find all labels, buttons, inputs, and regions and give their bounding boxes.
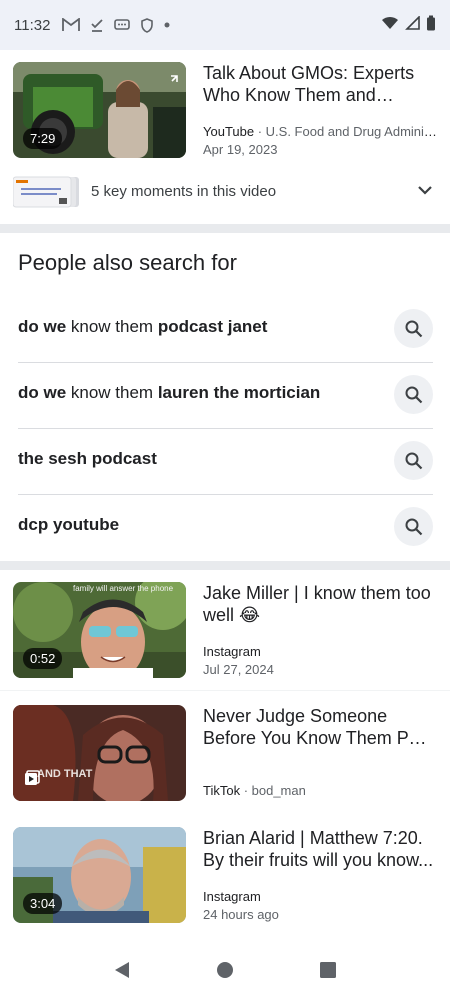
video-source: YouTube · U.S. Food and Drug Adminis... <box>203 124 438 139</box>
chevron-down-icon[interactable] <box>417 182 433 203</box>
related-search-text: do we know them podcast janet <box>18 317 268 336</box>
video-thumbnail[interactable]: AND THAT <box>13 705 186 801</box>
video-source-name: TikTok <box>203 783 241 798</box>
video-duration: 3:04 <box>23 893 63 914</box>
status-bar: 11:32 <box>0 0 450 50</box>
related-search-text: the sesh podcast <box>18 449 157 468</box>
section-divider <box>0 561 450 570</box>
gmail-icon <box>62 18 81 32</box>
video-title[interactable]: Never Judge Someone Before You Know Them… <box>203 705 435 749</box>
status-time: 11:32 <box>14 16 51 34</box>
video-source: TikTok · bod_man <box>203 783 306 798</box>
video-title[interactable]: Brian Alarid | Matthew 7:20. By their fr… <box>203 827 435 871</box>
key-moments-thumbnails <box>12 176 81 208</box>
key-moments-label: 5 key moments in this video <box>91 182 277 200</box>
video-duration: 7:29 <box>23 128 63 149</box>
check-icon <box>90 18 104 32</box>
people-also-search-title: People also search for <box>18 250 237 275</box>
search-icon[interactable] <box>394 507 433 546</box>
video-result[interactable]: AND THAT Never Judge Someone Before You … <box>0 693 450 813</box>
related-search-item[interactable]: dcp youtube <box>0 494 450 560</box>
search-icon[interactable] <box>394 309 433 348</box>
video-date: Jul 27, 2024 <box>203 662 274 677</box>
battery-icon <box>426 15 436 36</box>
video-source: Instagram <box>203 889 261 904</box>
list-divider <box>0 690 450 691</box>
recents-icon[interactable] <box>319 961 337 984</box>
related-search-item[interactable]: the sesh podcast <box>0 428 450 494</box>
video-source-name: YouTube <box>203 124 255 139</box>
related-search-item[interactable]: do we know them lauren the mortician <box>0 362 450 428</box>
signal-icon <box>405 14 420 35</box>
shield-icon <box>140 17 154 33</box>
video-thumbnail[interactable]: 3:04 <box>13 827 186 923</box>
video-channel: bod_man <box>251 783 306 798</box>
messages-icon <box>114 18 131 32</box>
video-result[interactable]: 7:29 Talk About GMOs: Experts Who Know T… <box>0 50 450 168</box>
key-moments-expander[interactable]: 5 key moments in this video <box>0 168 450 214</box>
video-thumbnail[interactable]: 7:29 <box>13 62 186 158</box>
search-icon[interactable] <box>394 375 433 414</box>
video-result[interactable]: family will answer the phone 0:52 Jake M… <box>0 570 450 690</box>
section-divider <box>0 224 450 233</box>
search-icon[interactable] <box>394 441 433 480</box>
thumb-overlay-text: AND THAT <box>37 768 93 780</box>
video-title[interactable]: Jake Miller | I know them too well 😂 <box>203 582 435 626</box>
thumb-overlay-text: family will answer the phone <box>73 584 174 593</box>
dot-icon <box>164 22 170 28</box>
related-search-text: dcp youtube <box>18 515 120 534</box>
video-source: Instagram <box>203 644 261 659</box>
video-channel: U.S. Food and Drug Adminis... <box>265 124 438 139</box>
video-title[interactable]: Talk About GMOs: Experts Who Know Them a… <box>203 62 435 106</box>
video-date: 24 hours ago <box>203 907 279 922</box>
home-icon[interactable] <box>216 961 234 984</box>
video-thumbnail[interactable]: family will answer the phone 0:52 <box>13 582 186 678</box>
system-nav-bar <box>0 945 450 1000</box>
short-video-icon <box>24 770 40 791</box>
back-icon[interactable] <box>113 961 131 984</box>
video-date: Apr 19, 2023 <box>203 142 278 157</box>
video-duration: 0:52 <box>23 648 63 669</box>
video-result[interactable]: 3:04 Brian Alarid | Matthew 7:20. By the… <box>0 815 450 935</box>
related-search-item[interactable]: do we know them podcast janet <box>0 296 450 362</box>
wifi-icon <box>381 16 399 35</box>
related-search-text: do we know them lauren the mortician <box>18 383 321 402</box>
